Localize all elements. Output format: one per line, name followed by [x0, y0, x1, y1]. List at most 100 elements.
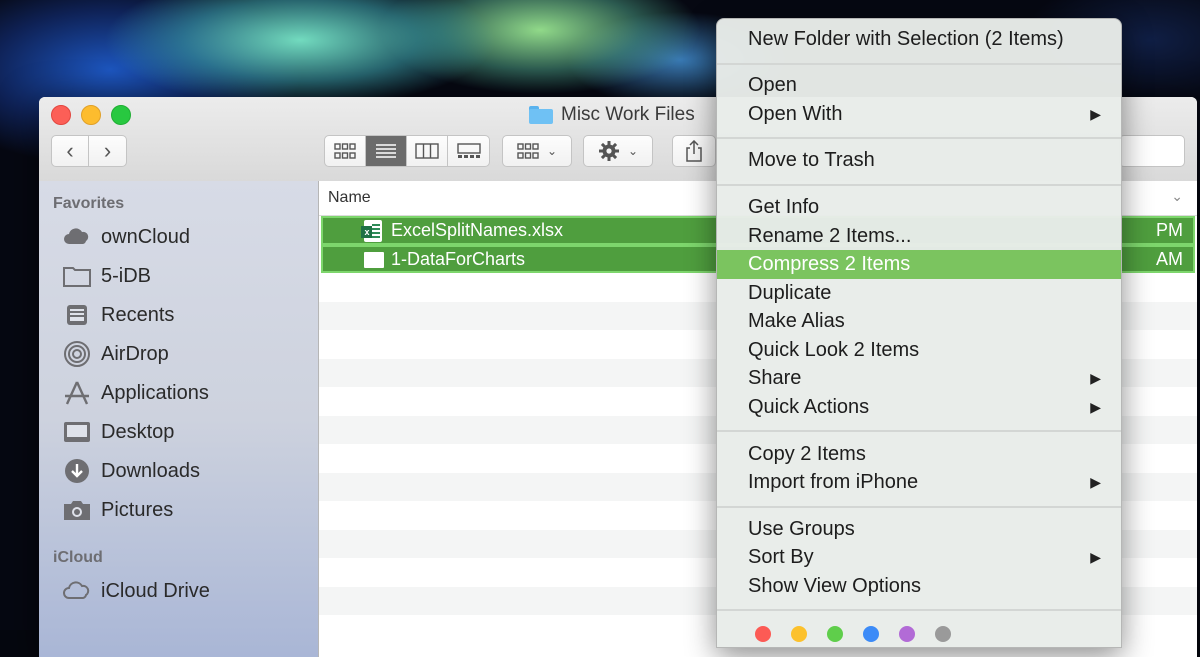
- folder-icon: [529, 106, 553, 124]
- zoom-button[interactable]: [111, 105, 131, 125]
- menu-separator: [717, 184, 1121, 186]
- sidebar-item-5-idb[interactable]: 5-iDB: [63, 260, 151, 292]
- forward-button[interactable]: ›: [89, 135, 127, 167]
- sidebar-item-label: Pictures: [101, 498, 174, 521]
- icon-view-icon: [334, 143, 356, 159]
- menu-item-get-info[interactable]: Get Info: [717, 193, 1121, 222]
- chevron-down-icon: ⌄: [627, 144, 639, 158]
- gallery-view-icon: [456, 143, 481, 158]
- chevron-left-icon: ‹: [66, 138, 74, 163]
- menu-item-show-view-options[interactable]: Show View Options: [717, 572, 1121, 601]
- menu-item-make-alias[interactable]: Make Alias: [717, 307, 1121, 336]
- chevron-down-icon: ⌄: [546, 144, 558, 158]
- menu-separator: [717, 430, 1121, 432]
- airdrop-icon: [63, 340, 91, 368]
- file-name: 1-DataForCharts: [391, 248, 526, 269]
- cloud-icon: [63, 223, 91, 251]
- applications-icon: [63, 379, 91, 407]
- gallery-view-button[interactable]: [448, 136, 489, 166]
- column-view-button[interactable]: [407, 136, 448, 166]
- menu-item-open-with[interactable]: Open With ▶: [717, 100, 1121, 129]
- minimize-button[interactable]: [81, 105, 101, 125]
- chevron-right-icon: ›: [103, 138, 112, 163]
- sidebar-item-label: 5-iDB: [101, 264, 152, 287]
- menu-item-compress[interactable]: Compress 2 Items: [717, 250, 1121, 279]
- sidebar-item-label: AirDrop: [101, 342, 169, 365]
- recents-icon: [63, 301, 91, 329]
- window-title: Misc Work Files: [529, 104, 695, 126]
- menu-item-move-to-trash[interactable]: Move to Trash: [717, 146, 1121, 175]
- menu-item-rename[interactable]: Rename 2 Items...: [717, 222, 1121, 251]
- action-button[interactable]: ⌄: [583, 135, 653, 167]
- tag-blue-dot[interactable]: [863, 626, 879, 642]
- name-column-header[interactable]: Name: [328, 189, 371, 207]
- search-field[interactable]: [1119, 135, 1185, 167]
- share-icon: [686, 140, 702, 162]
- tag-purple-dot[interactable]: [899, 626, 915, 642]
- tag-orange-dot[interactable]: [791, 626, 807, 642]
- menu-separator: [717, 609, 1121, 611]
- sidebar-item-icloud-drive[interactable]: iCloud Drive: [63, 575, 210, 607]
- sidebar-item-desktop[interactable]: Desktop: [63, 416, 174, 448]
- group-by-button[interactable]: ⌄: [502, 135, 572, 167]
- file-date: AM: [1156, 248, 1183, 269]
- icloud-heading: iCloud: [53, 549, 103, 566]
- close-button[interactable]: [51, 105, 71, 125]
- menu-separator: [717, 137, 1121, 139]
- menu-item-open[interactable]: Open: [717, 71, 1121, 100]
- sidebar-item-label: Applications: [101, 381, 209, 404]
- icon-view-button[interactable]: [325, 136, 366, 166]
- file-name: ExcelSplitNames.xlsx: [391, 220, 564, 240]
- tag-red-dot[interactable]: [755, 626, 771, 642]
- sidebar-item-applications[interactable]: Applications: [63, 377, 209, 409]
- sidebar: Favorites ownCloud 5-iDB Recents AirDrop: [39, 181, 319, 657]
- desktop-icon: [63, 418, 91, 446]
- window-title-text: Misc Work Files: [561, 104, 695, 125]
- group-grid-icon: [517, 143, 539, 159]
- menu-item-copy[interactable]: Copy 2 Items: [717, 440, 1121, 469]
- sidebar-item-airdrop[interactable]: AirDrop: [63, 338, 169, 370]
- sidebar-item-label: Downloads: [101, 459, 200, 482]
- menu-item-share[interactable]: Share ▶: [717, 364, 1121, 393]
- menu-separator: [717, 506, 1121, 508]
- list-view-icon: [376, 144, 396, 158]
- view-mode-segmented-control: [324, 135, 490, 167]
- sidebar-item-downloads[interactable]: Downloads: [63, 455, 200, 487]
- menu-item-use-groups[interactable]: Use Groups: [717, 515, 1121, 544]
- sidebar-item-owncloud[interactable]: ownCloud: [63, 221, 190, 253]
- menu-item-quick-actions[interactable]: Quick Actions ▶: [717, 393, 1121, 422]
- submenu-arrow-icon: ▶: [1090, 370, 1101, 386]
- menu-item-duplicate[interactable]: Duplicate: [717, 279, 1121, 308]
- chevron-down-icon[interactable]: ⌄: [1171, 188, 1183, 205]
- menu-item-new-folder-with-selection[interactable]: New Folder with Selection (2 Items): [717, 25, 1121, 54]
- submenu-arrow-icon: ▶: [1090, 474, 1101, 490]
- tag-gray-dot[interactable]: [935, 626, 951, 642]
- sidebar-item-label: Recents: [101, 303, 175, 326]
- menu-item-quick-look[interactable]: Quick Look 2 Items: [717, 336, 1121, 365]
- sidebar-item-label: ownCloud: [101, 225, 190, 248]
- file-date: PM: [1156, 220, 1183, 240]
- share-button[interactable]: [672, 135, 716, 167]
- column-view-icon: [415, 143, 439, 159]
- sidebar-item-label: iCloud Drive: [101, 579, 210, 602]
- document-icon: [364, 251, 384, 268]
- tag-green-dot[interactable]: [827, 626, 843, 642]
- sidebar-item-pictures[interactable]: Pictures: [63, 494, 173, 526]
- back-button[interactable]: ‹: [51, 135, 89, 167]
- menu-separator: [717, 63, 1121, 65]
- sidebar-item-recents[interactable]: Recents: [63, 299, 174, 331]
- folder-icon: [63, 262, 91, 290]
- submenu-arrow-icon: ▶: [1090, 549, 1101, 565]
- excel-file-icon: x: [361, 220, 382, 242]
- favorites-heading: Favorites: [53, 195, 125, 212]
- downloads-icon: [63, 457, 91, 485]
- menu-item-sort-by[interactable]: Sort By ▶: [717, 543, 1121, 572]
- submenu-arrow-icon: ▶: [1090, 399, 1101, 415]
- gear-icon: [598, 141, 619, 161]
- submenu-arrow-icon: ▶: [1090, 106, 1101, 122]
- cloud-outline-icon: [63, 577, 91, 605]
- list-view-button[interactable]: [366, 136, 407, 166]
- menu-item-import-from-iphone[interactable]: Import from iPhone ▶: [717, 468, 1121, 497]
- context-menu: New Folder with Selection (2 Items) Open…: [716, 18, 1122, 648]
- sidebar-item-label: Desktop: [101, 420, 175, 443]
